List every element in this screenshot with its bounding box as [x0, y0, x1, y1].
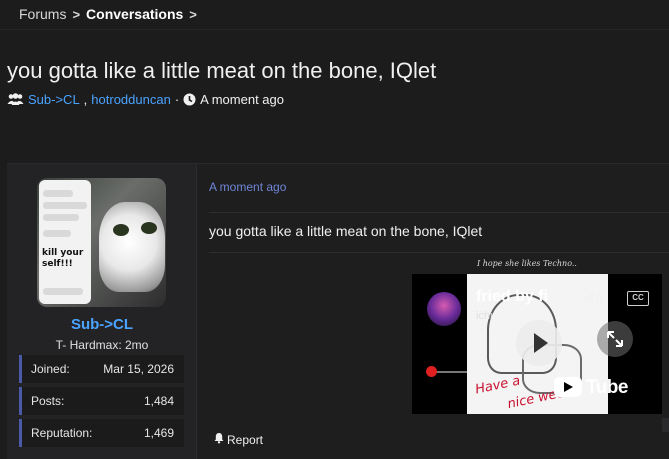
- user-title: T- Hardmax: 2mo: [55, 338, 149, 352]
- avatar-text: kill your self!!!: [42, 248, 84, 269]
- signature-caption: I hope she likes Techno..: [477, 259, 577, 268]
- avatar[interactable]: kill your self!!!: [37, 178, 166, 307]
- breadcrumb: Forums > Conversations >: [19, 6, 197, 22]
- stat-value: Mar 15, 2026: [103, 362, 174, 376]
- video-title[interactable]: fried by fi: [476, 288, 548, 306]
- expand-icon[interactable]: [597, 321, 633, 357]
- stat-label: Joined:: [31, 362, 70, 376]
- youtube-logo-icon[interactable]: [554, 377, 582, 397]
- breadcrumb-bar: Forums > Conversations >: [0, 0, 669, 30]
- avatar-chat-bubble: [43, 288, 83, 295]
- post-message: you gotta like a little meat on the bone…: [209, 223, 483, 239]
- breadcrumb-conversations[interactable]: Conversations: [86, 6, 183, 22]
- thread-time[interactable]: A moment ago: [200, 92, 284, 107]
- user-pane: kill your self!!! Sub->CL T- Hardmax: 2m…: [7, 164, 197, 459]
- avatar-phone-image: kill your self!!!: [39, 180, 91, 304]
- stat-label: Reputation:: [31, 426, 93, 440]
- post-header-divider: [209, 212, 669, 213]
- youtube-wordmark[interactable]: Tube: [586, 377, 628, 399]
- avatar-cat-eye: [141, 222, 157, 234]
- avatar-cat-eye: [113, 224, 129, 236]
- youtube-embed[interactable]: Have a nice week! fried by fi ichi CC Tu…: [412, 274, 662, 414]
- post-message-divider: [209, 252, 669, 253]
- thumbnail-handwriting: Have a: [473, 373, 522, 398]
- users-icon: [7, 93, 24, 106]
- user-stat-posts: Posts: 1,484: [19, 387, 184, 415]
- avatar-chat-bubble: [43, 214, 79, 221]
- avatar-cat-image: [99, 202, 165, 292]
- user-stat-reputation: Reputation: 1,469: [19, 419, 184, 447]
- avatar-chat-bubble: [43, 230, 71, 237]
- captions-button[interactable]: CC: [627, 291, 649, 306]
- thread-meta: Sub->CL, hotrodduncan · A moment ago: [7, 92, 284, 107]
- avatar-chat-bubble: [43, 190, 73, 197]
- scroll-edge: [662, 418, 669, 432]
- volume-icon[interactable]: [581, 288, 603, 310]
- report-label: Report: [227, 432, 264, 447]
- participant-separator: ,: [83, 92, 88, 107]
- chevron-right-icon: >: [72, 6, 81, 22]
- bell-icon: [213, 432, 225, 447]
- chevron-right-icon: >: [189, 6, 197, 22]
- video-channel[interactable]: ichi: [476, 310, 493, 322]
- clock-icon: [183, 93, 196, 106]
- meta-bullet: ·: [174, 92, 180, 107]
- breadcrumb-forums[interactable]: Forums: [19, 6, 66, 22]
- avatar-chat-bubble: [43, 202, 87, 209]
- username-link[interactable]: Sub->CL: [7, 316, 197, 333]
- channel-avatar[interactable]: [427, 292, 461, 326]
- page-title: you gotta like a little meat on the bone…: [7, 58, 437, 83]
- report-button[interactable]: Report: [213, 432, 263, 447]
- stat-label: Posts:: [31, 394, 65, 408]
- stat-value: 1,469: [143, 426, 174, 440]
- participant-link[interactable]: Sub->CL: [28, 92, 80, 107]
- stat-value: 1,484: [143, 394, 174, 408]
- post-time-link[interactable]: A moment ago: [209, 180, 286, 194]
- user-stat-joined: Joined: Mar 15, 2026: [19, 355, 184, 383]
- play-button[interactable]: [516, 320, 562, 366]
- participant-link[interactable]: hotrodduncan: [91, 92, 171, 107]
- video-scrubber[interactable]: [426, 366, 437, 377]
